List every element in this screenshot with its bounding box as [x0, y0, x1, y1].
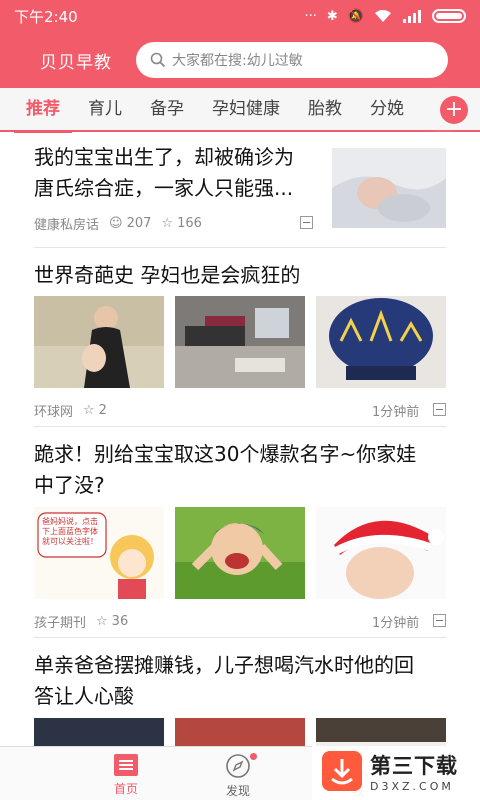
home-icon	[114, 754, 138, 776]
tab-parenting[interactable]: 育儿	[88, 87, 122, 131]
article-title: 我的宝宝出生了，却被确诊为 唐氏综合症，一家人只能强...	[34, 145, 294, 200]
star-count: 2	[98, 403, 107, 418]
category-tabs: 推荐 育儿 备孕 孕妇健康 胎教 分娩 +	[0, 87, 480, 133]
app-header: 贝贝早教 大家都在搜:幼儿过敏	[0, 32, 480, 88]
article-image	[34, 718, 164, 746]
article-card[interactable]: 我的宝宝出生了，却被确诊为 唐氏综合症，一家人只能强... 健康私房话 ☺ 207…	[0, 134, 480, 247]
article-title: 世界奇葩史 孕妇也是会疯狂的	[34, 263, 301, 287]
star-icon: ☆	[96, 614, 108, 629]
cartoon-speech-text: 爸妈妈说，点击下上面蓝色字体就可以关注啦！	[42, 517, 98, 546]
article-image	[316, 507, 446, 599]
article-image	[175, 296, 305, 388]
tab-discover[interactable]: 发现	[178, 747, 298, 800]
signal-icon	[403, 10, 421, 23]
article-card[interactable]: 世界奇葩史 孕妇也是会疯狂的 环球网 ☆ 2 1分钟前	[0, 248, 480, 426]
plus-icon: +	[444, 97, 464, 122]
star-icon: ☆	[83, 403, 95, 418]
comment-icon: ☺	[109, 216, 123, 231]
star-count: 166	[177, 216, 202, 231]
article-source: 环球网	[34, 405, 74, 420]
article-title: 单亲爸爸摆摊赚钱，儿子想喝汽水时他的回 答让人心酸	[34, 653, 414, 708]
article-source: 孩子期刊	[34, 616, 87, 631]
article-thumbnail	[332, 148, 446, 228]
tab-childbirth[interactable]: 分娩	[370, 87, 404, 131]
watermark-logo-icon	[322, 751, 362, 791]
search-icon	[150, 52, 166, 68]
tab-home[interactable]: 首页	[66, 747, 186, 800]
post-time: 1分钟前	[372, 616, 420, 631]
article-card[interactable]: 跪求！别给宝宝取这30个爆款名字~你家娃 中了没? 爸妈妈说，点击下上面蓝色字体…	[0, 427, 480, 637]
article-image	[175, 718, 305, 746]
star-icon: ☆	[161, 216, 174, 231]
search-input[interactable]: 大家都在搜:幼儿过敏	[136, 42, 448, 78]
wifi-icon	[375, 10, 391, 22]
dismiss-button[interactable]	[300, 216, 313, 229]
article-meta: 环球网 ☆ 2	[34, 401, 107, 420]
tab-prenatal-education[interactable]: 胎教	[308, 87, 342, 131]
tab-recommend[interactable]: 推荐	[14, 87, 72, 133]
watermark-domain: D3XZ.COM	[370, 779, 454, 793]
add-tab-button[interactable]: +	[440, 96, 468, 124]
article-meta: 健康私房话 ☺ 207 ☆ 166	[34, 214, 202, 233]
status-time: 下午2:40	[14, 7, 78, 26]
article-meta: 孩子期刊 ☆ 36	[34, 612, 128, 631]
article-image	[34, 296, 164, 388]
battery-icon	[432, 9, 466, 23]
notification-dot	[250, 753, 257, 760]
article-card[interactable]: 单亲爸爸摆摊赚钱，儿子想喝汽水时他的回 答让人心酸	[0, 638, 480, 746]
watermark: 第三下载 D3XZ.COM	[312, 742, 480, 800]
article-image	[175, 507, 305, 599]
more-dots-icon: ···	[304, 8, 317, 24]
star-count: 36	[111, 614, 129, 629]
bluetooth-icon: ✱	[326, 8, 338, 24]
tab-maternal-health[interactable]: 孕妇健康	[212, 87, 280, 131]
article-image: 爸妈妈说，点击下上面蓝色字体就可以关注啦！	[34, 507, 164, 599]
post-time: 1分钟前	[372, 405, 420, 420]
article-feed[interactable]: 我的宝宝出生了，却被确诊为 唐氏综合症，一家人只能强... 健康私房话 ☺ 207…	[0, 134, 480, 746]
watermark-title: 第三下载	[370, 753, 458, 778]
status-bar: 下午2:40 ··· ✱ 🔕	[0, 0, 480, 32]
dismiss-button[interactable]	[433, 614, 446, 627]
tab-pregnancy-prep[interactable]: 备孕	[150, 87, 184, 131]
article-image	[316, 296, 446, 388]
app-brand: 贝贝早教	[40, 52, 112, 73]
compass-icon	[226, 754, 250, 778]
article-source: 健康私房话	[34, 218, 100, 233]
search-placeholder: 大家都在搜:幼儿过敏	[172, 53, 303, 69]
comment-count: 207	[126, 216, 152, 231]
dismiss-button[interactable]	[433, 403, 446, 416]
article-title: 跪求！别给宝宝取这30个爆款名字~你家娃 中了没?	[34, 442, 417, 497]
mute-icon: 🔕	[347, 8, 364, 24]
